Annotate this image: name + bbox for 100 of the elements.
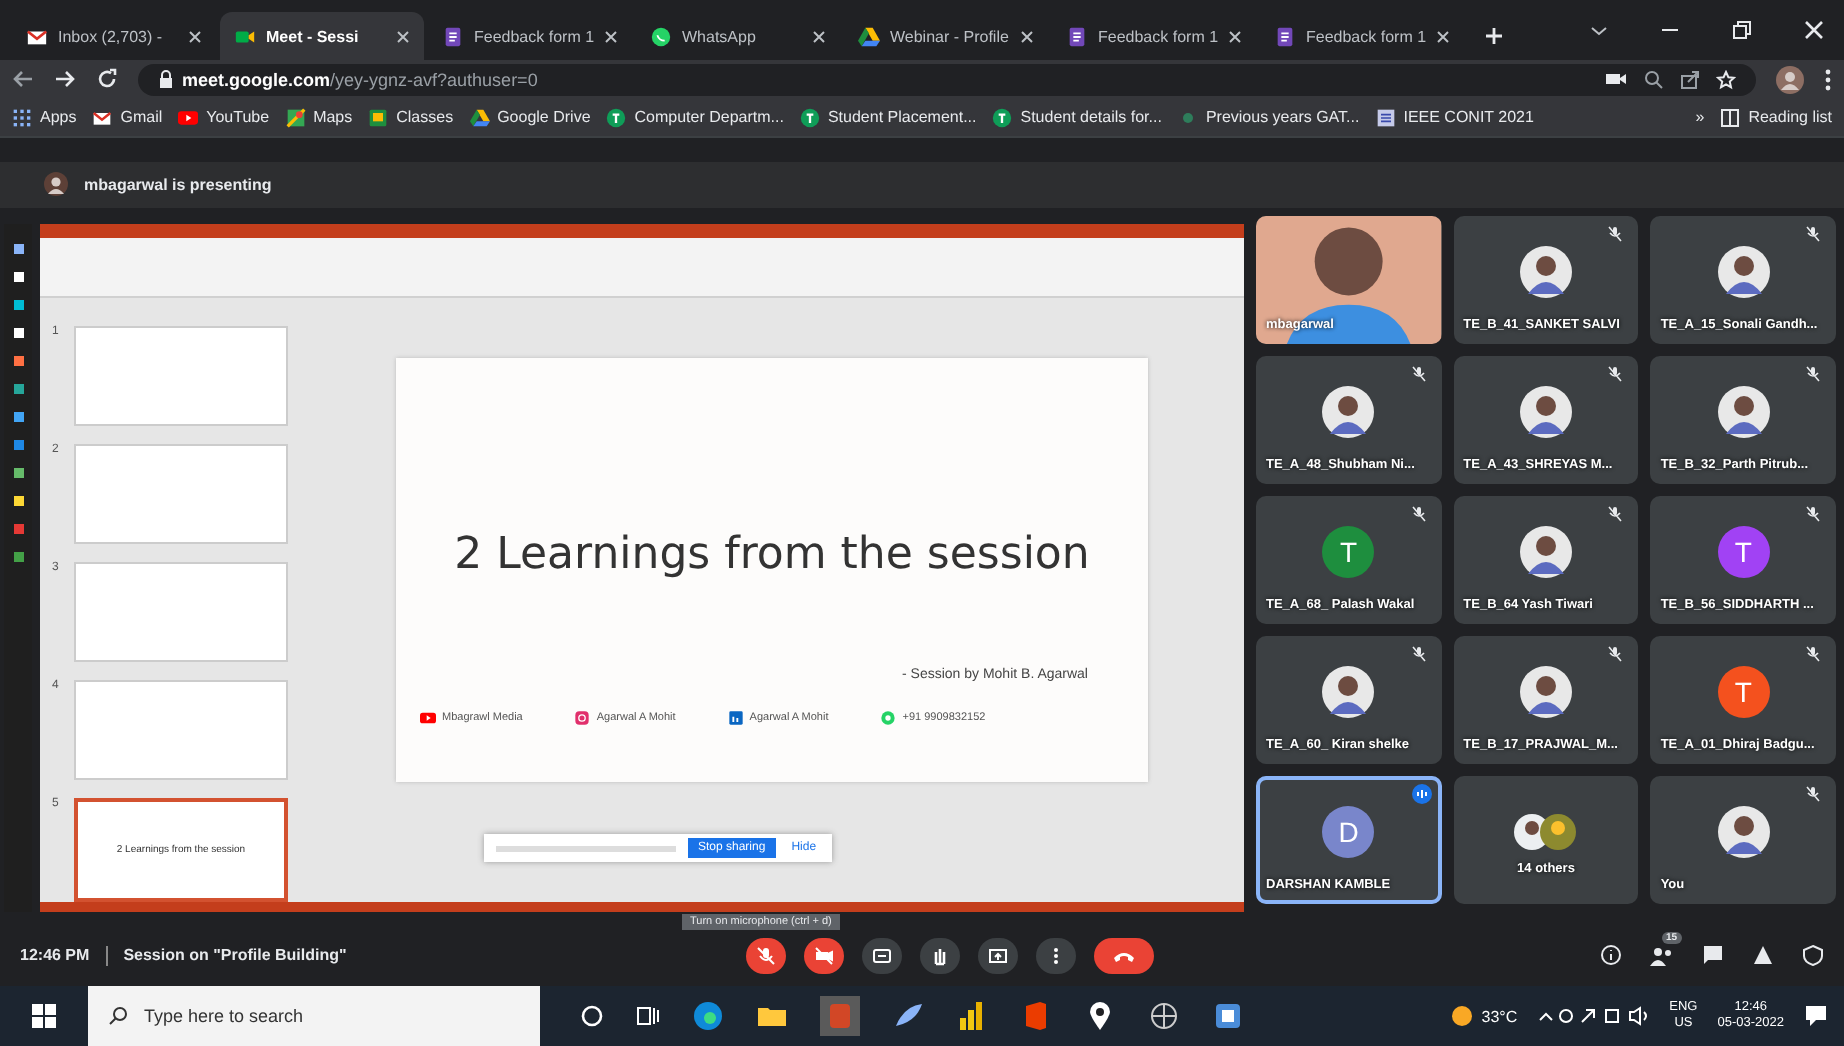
- bookmark[interactable]: Google Drive: [469, 107, 591, 128]
- back-icon[interactable]: [12, 68, 34, 91]
- pin-icon[interactable]: [1084, 1000, 1116, 1032]
- avatar-photo: [1519, 386, 1572, 439]
- bookmark[interactable]: Maps: [285, 107, 353, 128]
- restore-icon[interactable]: [1732, 20, 1752, 40]
- drive-icon: [858, 25, 880, 47]
- bookmark[interactable]: Gmail: [92, 107, 163, 128]
- form-icon: [1274, 25, 1296, 47]
- avatar-photo: [1717, 806, 1770, 859]
- avatar-photo: [1519, 246, 1572, 299]
- share-icon[interactable]: [1680, 69, 1700, 90]
- brush-icon[interactable]: [892, 1000, 924, 1032]
- bookmark[interactable]: Previous years GAT...: [1177, 107, 1360, 128]
- more-bookmarks[interactable]: »: [1695, 108, 1705, 127]
- meeting-title: Session on "Profile Building": [123, 946, 347, 965]
- close-icon[interactable]: [396, 29, 410, 43]
- new-tab-icon[interactable]: [1484, 26, 1504, 46]
- address-field[interactable]: meet.google.com/yey-ygnz-avf?authuser=0: [138, 63, 1756, 96]
- browser-tab[interactable]: Feedback form 1: [1052, 12, 1256, 60]
- bookmark[interactable]: Computer Departm...: [606, 107, 784, 128]
- browser-tab[interactable]: Feedback form 1: [428, 12, 632, 60]
- document-icon: [1375, 107, 1396, 128]
- reading-list[interactable]: Reading list: [1720, 107, 1832, 128]
- camera-button[interactable]: [804, 938, 844, 975]
- map-icon: [285, 107, 306, 128]
- present-button[interactable]: [978, 938, 1018, 975]
- slide-thumbnail[interactable]: [74, 562, 288, 663]
- avatar-photo: [1322, 386, 1375, 439]
- browser-tab[interactable]: Inbox (2,703) -: [12, 12, 216, 60]
- avatar-initial: T: [1717, 526, 1770, 579]
- leave-button[interactable]: [1094, 938, 1154, 975]
- close-icon[interactable]: [1020, 29, 1034, 43]
- bookmark[interactable]: Student details for...: [992, 107, 1162, 128]
- phone-icon: [880, 710, 897, 727]
- avatar-initial: T: [1322, 526, 1375, 579]
- drive-icon: [469, 107, 490, 128]
- mic-button[interactable]: [746, 938, 786, 975]
- more-icon[interactable]: [1824, 67, 1832, 92]
- bookmark[interactable]: YouTube: [178, 107, 270, 128]
- camera-off-icon: [814, 946, 834, 967]
- book-icon: [1720, 107, 1741, 128]
- bookmark[interactable]: Classes: [368, 107, 454, 128]
- slide-thumbnail[interactable]: [74, 680, 288, 781]
- slide-thumbnail[interactable]: [74, 444, 288, 545]
- info-icon[interactable]: [1600, 944, 1622, 967]
- browser-tab[interactable]: Webinar - Profile: [844, 12, 1048, 60]
- speaking-icon: [1411, 784, 1432, 805]
- browser-icon[interactable]: [692, 1000, 724, 1032]
- search-icon: [108, 1006, 128, 1026]
- notification-icon[interactable]: [1804, 1004, 1828, 1028]
- grid-icon: [12, 107, 32, 128]
- forward-icon[interactable]: [54, 68, 76, 91]
- sheet-icon: [799, 107, 820, 128]
- avatar-initial: D: [1322, 806, 1375, 859]
- avatar-initial: T: [1717, 666, 1770, 719]
- globe-icon[interactable]: [1148, 1000, 1180, 1032]
- bookmark[interactable]: IEEE CONIT 2021: [1375, 107, 1534, 128]
- mail-icon: [26, 25, 48, 47]
- video-camera-icon[interactable]: [1606, 70, 1628, 89]
- bookmark[interactable]: Student Placement...: [799, 107, 977, 128]
- avatar-photo: [1519, 526, 1572, 579]
- star-icon[interactable]: [1716, 69, 1736, 90]
- close-icon[interactable]: [1228, 29, 1242, 43]
- form-icon: [1066, 25, 1088, 47]
- chart-icon[interactable]: [956, 1000, 988, 1032]
- browser-tab[interactable]: Feedback form 1: [1260, 12, 1464, 60]
- windows-icon[interactable]: [32, 1004, 56, 1028]
- search-field[interactable]: Type here to search: [88, 986, 540, 1046]
- chat-icon[interactable]: [1702, 944, 1724, 967]
- browser-tab[interactable]: WhatsApp: [636, 12, 840, 60]
- close-icon[interactable]: [812, 29, 826, 43]
- close-icon[interactable]: [604, 29, 618, 43]
- tray-icons-drawing[interactable]: [1537, 1006, 1650, 1026]
- captions-button[interactable]: [862, 938, 902, 975]
- avatar-photo: [1717, 386, 1770, 439]
- play-icon: [178, 107, 199, 128]
- shapes-icon[interactable]: [1752, 944, 1774, 967]
- hand-button[interactable]: [920, 938, 960, 975]
- circle-icon[interactable]: [580, 1004, 604, 1028]
- task-view-icon[interactable]: [636, 1004, 660, 1028]
- office-icon[interactable]: [1020, 1000, 1052, 1032]
- avatar-icon[interactable]: [1776, 65, 1804, 94]
- hand-icon: [930, 946, 950, 967]
- browser-tab[interactable]: Meet - Sessi: [220, 12, 424, 60]
- square-icon: [727, 710, 744, 727]
- more-button[interactable]: [1036, 938, 1076, 975]
- sheet-icon: [606, 107, 627, 128]
- close-icon[interactable]: [1436, 29, 1450, 43]
- chat-icon: [650, 25, 672, 47]
- people-icon[interactable]: [1650, 945, 1674, 966]
- bookmark[interactable]: Apps: [12, 107, 77, 128]
- reload-icon[interactable]: [96, 68, 118, 91]
- chevron-down-icon[interactable]: [1590, 21, 1608, 39]
- close-icon[interactable]: [188, 29, 202, 43]
- notes-icon[interactable]: [1212, 1000, 1244, 1032]
- slide-thumbnail[interactable]: [74, 326, 288, 427]
- shield-icon[interactable]: [1802, 944, 1824, 967]
- search-icon[interactable]: [1644, 69, 1664, 90]
- presenter-label: mbagarwal is presenting: [84, 175, 272, 194]
